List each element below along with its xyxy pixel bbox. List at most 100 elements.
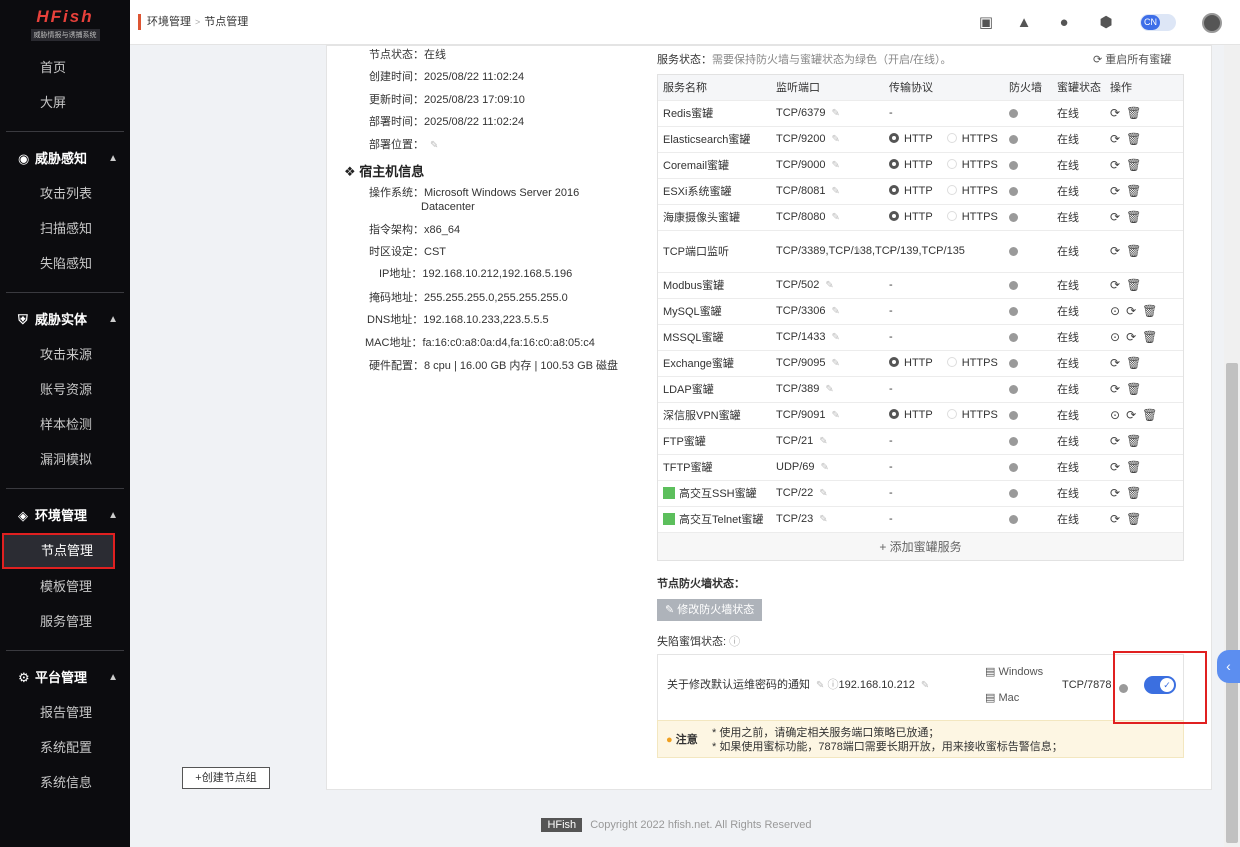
target-icon[interactable]: ⊙ — [1110, 330, 1120, 344]
protocol-https[interactable]: HTTPS — [946, 357, 998, 369]
restart-icon[interactable]: ⟳ — [1110, 486, 1120, 500]
edit-icon[interactable]: ✎ — [832, 212, 840, 223]
edit-icon[interactable]: ✎ — [854, 246, 862, 257]
sidebar-item-attack-list[interactable]: 攻击列表 — [0, 176, 130, 211]
sidebar-item-sys-config[interactable]: 系统配置 — [0, 730, 130, 765]
restart-all-button[interactable]: ⟳ 重启所有蜜罐 — [1093, 53, 1171, 67]
edit-icon[interactable]: ✎ — [832, 306, 840, 317]
restart-icon[interactable]: ⟳ — [1110, 132, 1120, 146]
restart-icon[interactable]: ⟳ — [1110, 460, 1120, 474]
sidebar-item-node-mgmt[interactable]: 节点管理 — [2, 533, 115, 569]
protocol-https[interactable]: HTTPS — [946, 211, 998, 223]
sidebar-item-samples[interactable]: 样本检测 — [0, 407, 130, 442]
scrollbar-thumb[interactable] — [1226, 363, 1238, 843]
edit-icon[interactable]: ✎ — [819, 514, 827, 525]
sidebar-item-scan[interactable]: 扫描感知 — [0, 211, 130, 246]
sidebar-item-reports[interactable]: 报告管理 — [0, 695, 130, 730]
edit-icon[interactable]: ✎ — [816, 680, 824, 691]
sidebar-item-sys-info[interactable]: 系统信息 — [0, 765, 130, 800]
sidebar-item-attack-source[interactable]: 攻击来源 — [0, 337, 130, 372]
edit-icon[interactable]: ✎ — [819, 436, 827, 447]
restart-icon[interactable]: ⟳ — [1110, 106, 1120, 120]
scrollbar[interactable] — [1224, 45, 1240, 847]
modify-firewall-button[interactable]: ✎ 修改防火墙状态 — [657, 599, 763, 621]
edit-icon[interactable]: ✎ — [832, 108, 840, 119]
trash-icon[interactable]: 🗑 — [1142, 330, 1157, 344]
trash-icon[interactable]: 🗑 — [1126, 184, 1141, 198]
restart-icon[interactable]: ⟳ — [1110, 382, 1120, 396]
sidebar-item-template-mgmt[interactable]: 模板管理 — [0, 569, 130, 604]
protocol-http[interactable]: HTTP — [889, 357, 933, 369]
wechat-icon[interactable]: ● — [1054, 13, 1074, 33]
edit-icon[interactable]: ✎ — [825, 384, 833, 395]
restart-icon[interactable]: ⟳ — [1110, 434, 1120, 448]
edit-icon[interactable]: ✎ — [921, 680, 929, 691]
sidebar-item-service-mgmt[interactable]: 服务管理 — [0, 604, 130, 639]
restart-icon[interactable]: ⟳ — [1110, 244, 1120, 258]
restart-icon[interactable]: ⟳ — [1110, 278, 1120, 292]
protocol-https[interactable]: HTTPS — [946, 133, 998, 145]
sidebar-item-compromise[interactable]: 失陷感知 — [0, 246, 130, 281]
restart-icon[interactable]: ⟳ — [1110, 512, 1120, 526]
trash-icon[interactable]: 🗑 — [1126, 486, 1141, 500]
language-toggle[interactable]: CN — [1140, 14, 1176, 31]
trash-icon[interactable]: 🗑 — [1126, 106, 1141, 120]
trash-icon[interactable]: 🗑 — [1126, 382, 1141, 396]
restart-icon[interactable]: ⟳ — [1110, 158, 1120, 172]
restart-icon[interactable]: ⟳ — [1110, 356, 1120, 370]
create-node-group-button[interactable]: +创建节点组 — [182, 767, 270, 789]
protocol-https[interactable]: HTTPS — [946, 185, 998, 197]
edit-icon[interactable]: ✎ — [832, 410, 840, 421]
sidebar-item-accounts[interactable]: 账号资源 — [0, 372, 130, 407]
target-icon[interactable]: ⊙ — [1110, 408, 1120, 422]
sidebar-group-threat-perception[interactable]: ◉ 威胁感知 ▲ — [0, 141, 130, 176]
edit-icon[interactable]: ✎ — [832, 358, 840, 369]
protocol-http[interactable]: HTTP — [889, 133, 933, 145]
restart-icon[interactable]: ⟳ — [1126, 408, 1136, 422]
protocol-https[interactable]: HTTPS — [946, 409, 998, 421]
trash-icon[interactable]: 🗑 — [1126, 512, 1141, 526]
document-icon[interactable]: ▣ — [976, 13, 996, 33]
edit-icon[interactable]: ✎ — [430, 140, 438, 151]
trash-icon[interactable]: 🗑 — [1126, 356, 1141, 370]
protocol-http[interactable]: HTTP — [889, 409, 933, 421]
edit-icon[interactable]: ✎ — [832, 134, 840, 145]
trash-icon[interactable]: 🗑 — [1142, 304, 1157, 318]
edit-icon[interactable]: ✎ — [832, 160, 840, 171]
protocol-http[interactable]: HTTP — [889, 159, 933, 171]
sidebar-group-threat-entity[interactable]: ⛨ 威胁实体 ▲ — [0, 302, 130, 337]
edit-icon[interactable]: ✎ — [832, 332, 840, 343]
restart-icon[interactable]: ⟳ — [1110, 210, 1120, 224]
trash-icon[interactable]: 🗑 — [1126, 244, 1141, 258]
sidebar-item-home[interactable]: 首页 — [0, 50, 130, 85]
breadcrumb-item[interactable]: 环境管理 — [147, 16, 191, 28]
help-icon[interactable]: ⓘ — [827, 679, 838, 691]
protocol-http[interactable]: HTTP — [889, 185, 933, 197]
sidebar-item-screen[interactable]: 大屏 — [0, 85, 130, 120]
sidebar-group-env-mgmt[interactable]: ◈ 环境管理 ▲ — [0, 498, 130, 533]
trash-icon[interactable]: 🗑 — [1142, 408, 1157, 422]
trash-icon[interactable]: 🗑 — [1126, 434, 1141, 448]
avatar[interactable] — [1202, 13, 1222, 33]
sidebar-group-platform-mgmt[interactable]: ⚙ 平台管理 ▲ — [0, 660, 130, 695]
rocket-icon[interactable]: ▲ — [1014, 13, 1034, 33]
edit-icon[interactable]: ✎ — [819, 488, 827, 499]
settings-hex-icon[interactable]: ⬢ — [1096, 13, 1116, 33]
sidebar-item-vuln-sim[interactable]: 漏洞模拟 — [0, 442, 130, 477]
restart-icon[interactable]: ⟳ — [1126, 330, 1136, 344]
trash-icon[interactable]: 🗑 — [1126, 278, 1141, 292]
trash-icon[interactable]: 🗑 — [1126, 158, 1141, 172]
protocol-http[interactable]: HTTP — [889, 211, 933, 223]
lure-windows[interactable]: ▤ Windows — [985, 665, 1043, 679]
add-service-button[interactable]: + 添加蜜罐服务 — [658, 532, 1183, 560]
trash-icon[interactable]: 🗑 — [1126, 132, 1141, 146]
trash-icon[interactable]: 🗑 — [1126, 210, 1141, 224]
target-icon[interactable]: ⊙ — [1110, 304, 1120, 318]
collapse-panel-button[interactable]: ‹ — [1217, 650, 1240, 683]
restart-icon[interactable]: ⟳ — [1126, 304, 1136, 318]
protocol-https[interactable]: HTTPS — [946, 159, 998, 171]
trash-icon[interactable]: 🗑 — [1126, 460, 1141, 474]
edit-icon[interactable]: ✎ — [821, 462, 829, 473]
edit-icon[interactable]: ✎ — [832, 186, 840, 197]
lure-mac[interactable]: ▤ Mac — [985, 691, 1019, 705]
